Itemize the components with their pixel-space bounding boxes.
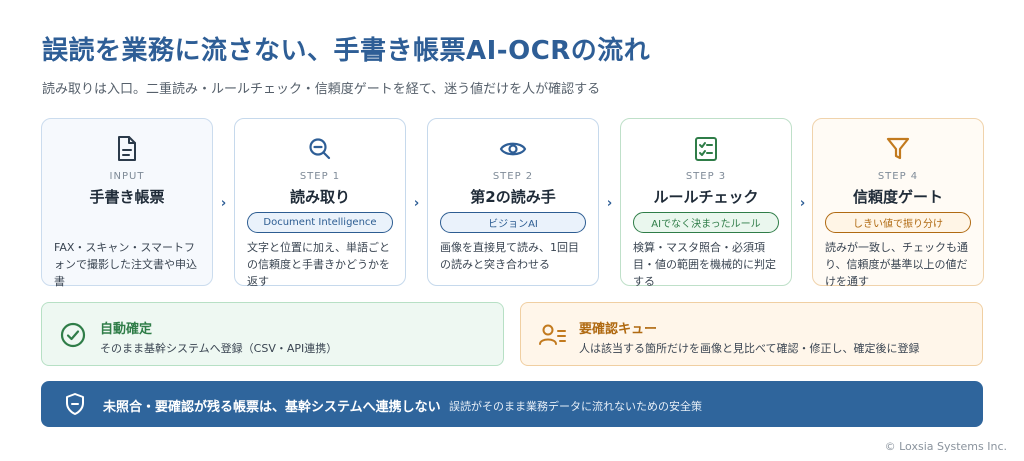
copyright: © Loxsia Systems Inc. [884,440,1007,453]
step-label: STEP 3 [685,171,727,182]
step-card-rule-check: STEP 3 ルールチェック AIでなく決まったルール 検算・マスタ照合・必須項… [620,118,792,288]
banner-title: 未照合・要確認が残る帳票は、基幹システムへ連携しない [103,400,441,415]
step-card-confidence-gate: STEP 4 信頼度ゲート しきい値で振り分け 読みが一致し、チェックも通り、信… [812,118,984,288]
flow-arrow: › [606,196,613,211]
step-name: 手書き帳票 [89,188,165,206]
page-subtitle: 読み取りは入口。二重読み・ルールチェック・信頼度ゲートを経て、迷う値だけを人が確… [42,82,601,97]
flow-steps: INPUT 手書き帳票 FAX・スキャン・スマートフォンで撮影した注文書や申込書… [41,118,984,288]
outcome-title: 自動確定 [100,322,153,337]
check-circle-icon [58,320,88,350]
user-review-icon [537,320,567,350]
step-label: STEP 4 [877,171,919,182]
step-name: 読み取り [289,188,350,206]
step-card-second-reader: STEP 2 第2の読み手 ビジョンAI 画像を直接見て読み、1回目の読みと突き… [427,118,599,286]
page-title: 誤読を業務に流さない、手書き帳票AI-OCRの流れ [42,36,651,66]
step-label: STEP 1 [299,171,341,182]
outcome-auto-confirm: 自動確定 そのまま基幹システムへ登録（CSV・API連携） [41,302,504,366]
outcome-title: 要確認キュー [579,322,658,337]
eye-icon [428,135,598,163]
flow-arrow: › [220,196,227,211]
step-tag: Document Intelligence [247,212,393,233]
step-label: STEP 2 [492,171,534,182]
safety-banner: 未照合・要確認が残る帳票は、基幹システムへ連携しない 誤読がそのまま業務データに… [41,381,983,427]
flow-arrow: › [799,196,806,211]
step-tag: AIでなく決まったルール [633,212,779,233]
banner-description: 誤読がそのまま業務データに流れないための安全策 [449,400,702,413]
outcome-description: そのまま基幹システムへ登録（CSV・API連携） [100,342,338,355]
step-card-input: INPUT 手書き帳票 FAX・スキャン・スマートフォンで撮影した注文書や申込書 [41,118,213,288]
step-name: 第2の読み手 [470,188,556,206]
flow-arrow: › [413,196,420,211]
step-card-read: STEP 1 読み取り Document Intelligence 文字と位置に… [234,118,406,288]
step-description: 読みが一致し、チェックも通り、信頼度が基準以上の値だけを通す [825,241,968,288]
checklist-icon [621,135,791,163]
step-name: ルールチェック [653,188,759,206]
outcome-description: 人は該当する箇所だけを画像と見比べて確認・修正し、確定後に登録 [579,342,920,355]
document-icon [42,135,212,163]
outcome-review-queue: 要確認キュー 人は該当する箇所だけを画像と見比べて確認・修正し、確定後に登録 [520,302,983,366]
search-icon [235,135,405,163]
step-description: 文字と位置に加え、単語ごとの信頼度と手書きかどうかを返す [247,241,390,288]
step-label: INPUT [109,171,145,182]
shield-icon [63,392,87,416]
step-description: 検算・マスタ照合・必須項目・値の範囲を機械的に判定する [633,241,776,288]
step-tag: ビジョンAI [440,212,586,233]
step-name: 信頼度ゲート [852,188,943,206]
step-tag: しきい値で振り分け [825,212,971,233]
step-description: 画像を直接見て読み、1回目の読みと突き合わせる [440,241,579,271]
filter-icon [813,135,983,163]
step-description: FAX・スキャン・スマートフォンで撮影した注文書や申込書 [54,241,197,288]
